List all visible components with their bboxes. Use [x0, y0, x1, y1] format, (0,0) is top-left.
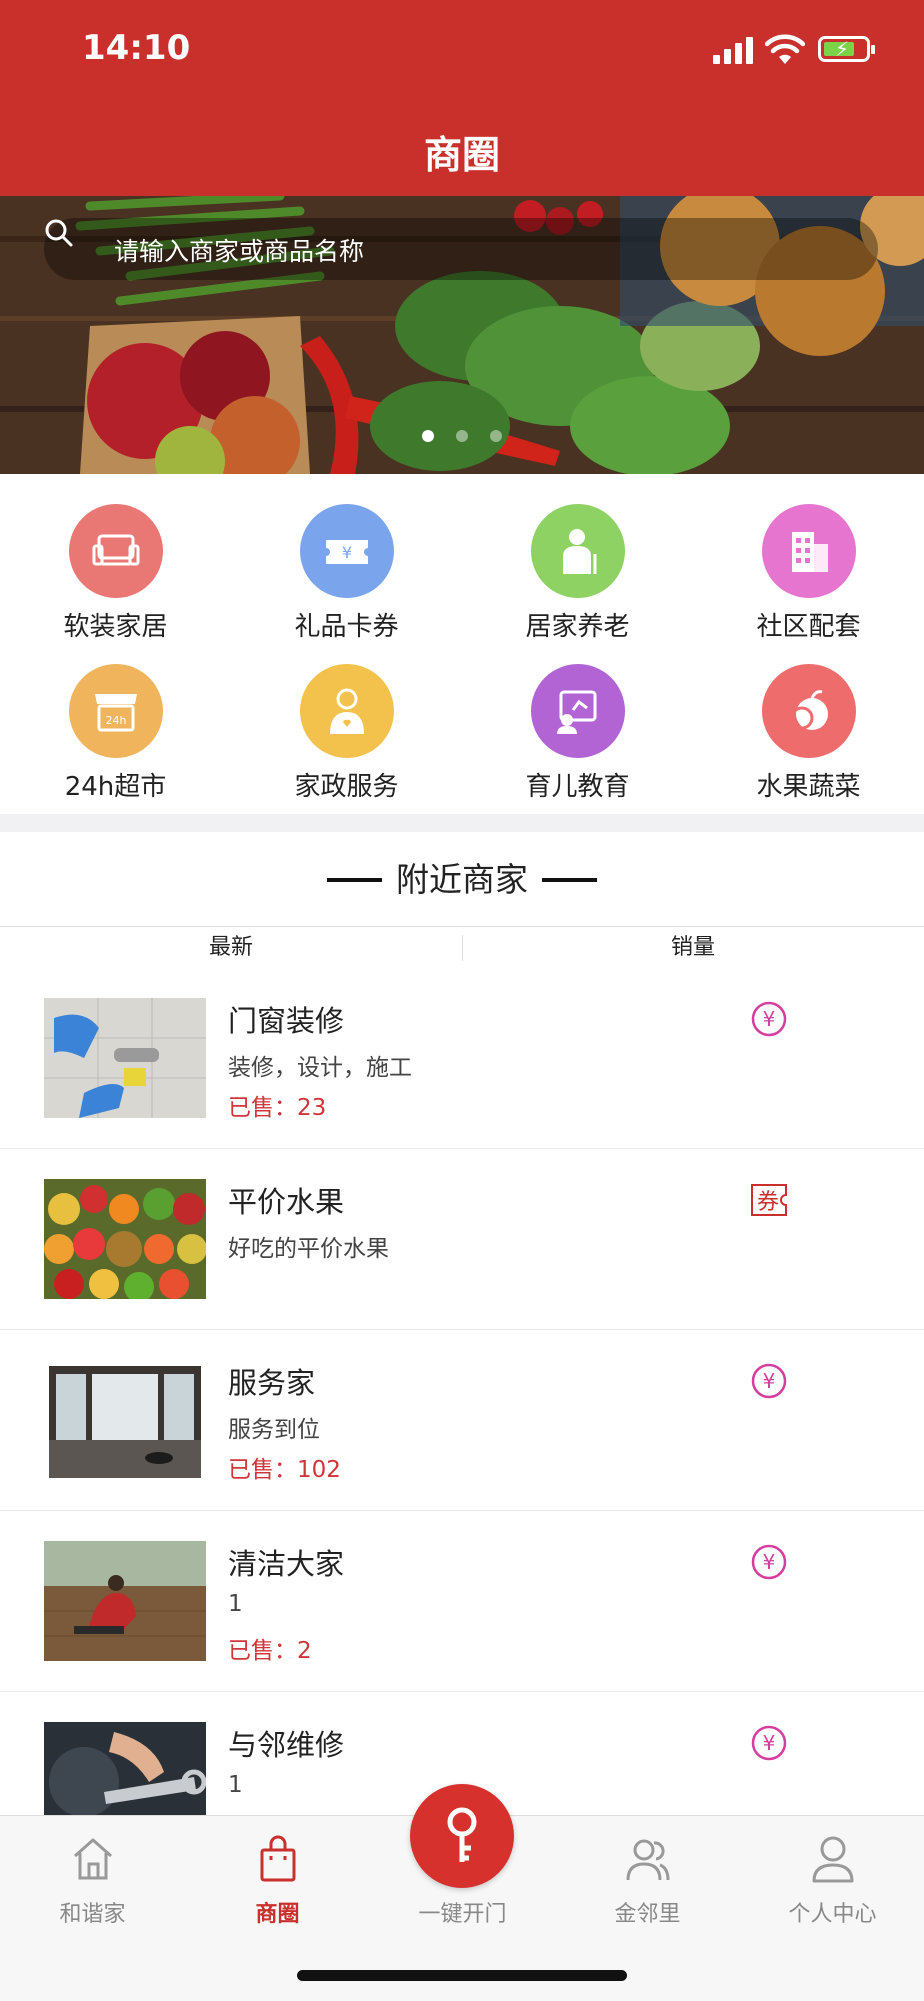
merchant-description: 装修，设计，施工 — [228, 1055, 412, 1081]
svg-text:¥: ¥ — [763, 1731, 776, 1755]
category-label: 家政服务 — [294, 772, 399, 802]
merchant-thumbnail — [44, 998, 206, 1118]
merchant-name: 清洁大家 — [228, 1547, 345, 1581]
battery-icon: ⚡ — [818, 36, 875, 62]
neighbors-icon — [626, 1839, 670, 1881]
category-label: 育儿教育 — [525, 772, 630, 802]
merchant-description: 1 — [228, 1772, 243, 1798]
merchant-name: 与邻维修 — [228, 1728, 345, 1762]
merchant-row[interactable]: 平价水果 好吃的平价水果 券 — [0, 1149, 924, 1331]
yen-badge-icon: ¥ — [751, 1544, 787, 1580]
category-item[interactable]: ¥ 礼品卡券 — [231, 486, 462, 642]
banner-carousel[interactable]: 请输入商家或商品名称 — [0, 196, 924, 474]
merchant-name: 服务家 — [228, 1366, 316, 1400]
yen-badge-icon: ¥ — [751, 1001, 787, 1037]
category-item[interactable]: 水果蔬菜 — [693, 646, 924, 802]
house-icon — [74, 1838, 112, 1880]
carousel-dot[interactable] — [422, 430, 434, 442]
sort-tab-latest[interactable]: 最新 — [0, 927, 462, 969]
tab-label: 金邻里 — [614, 1902, 681, 1927]
person-icon — [812, 1836, 854, 1883]
category-label: 24h超市 — [64, 772, 167, 802]
category-item[interactable]: 24h 24h超市 — [0, 646, 231, 802]
tab-label: 个人中心 — [788, 1902, 877, 1927]
shopping-bag-icon — [260, 1835, 296, 1882]
category-label: 礼品卡券 — [294, 612, 399, 642]
merchant-row[interactable]: 门窗装修 装修，设计，施工 已售：23 ¥ — [0, 968, 924, 1150]
elder-care-icon — [531, 504, 625, 598]
section-title: 附近商家 — [396, 860, 528, 899]
ticket-icon: ¥ — [300, 504, 394, 598]
merchant-sold-count: 已售：102 — [228, 1457, 341, 1483]
category-item[interactable]: 居家养老 — [462, 486, 693, 642]
tab-label: 商圈 — [255, 1902, 300, 1927]
category-item[interactable]: 软装家居 — [0, 486, 231, 642]
merchant-name: 平价水果 — [228, 1185, 345, 1219]
carousel-dot[interactable] — [456, 430, 468, 442]
status-time: 14:10 — [82, 28, 191, 68]
merchant-description: 好吃的平价水果 — [228, 1236, 389, 1262]
merchant-row[interactable]: 服务家 服务到位 已售：102 ¥ — [0, 1330, 924, 1512]
category-grid: 软装家居 ¥ 礼品卡券 居家养老 社区配套 24h 24h超市 家政服务 育儿教 — [0, 474, 924, 814]
wifi-icon — [765, 34, 805, 64]
merchant-name: 门窗装修 — [228, 1004, 345, 1038]
svg-text:¥: ¥ — [763, 1550, 776, 1574]
merchant-sold-count: 已售：23 — [228, 1095, 327, 1121]
carousel-dots — [0, 427, 924, 446]
svg-text:24h: 24h — [106, 714, 127, 727]
merchant-sold-count: 已售：2 — [228, 1638, 312, 1664]
status-bar: 14:10 ⚡ — [0, 0, 924, 100]
sort-tabs: 最新 销量 — [0, 926, 924, 970]
category-label: 社区配套 — [756, 612, 861, 642]
svg-text:¥: ¥ — [763, 1369, 776, 1393]
one-key-open-button[interactable] — [410, 1784, 514, 1888]
header: 商圈 — [0, 100, 924, 196]
section-divider — [0, 814, 924, 832]
merchant-thumbnail — [44, 1179, 206, 1299]
signal-icon — [713, 36, 755, 64]
tab-label: 一键开门 — [418, 1902, 507, 1927]
tab-label: 和谐家 — [59, 1902, 126, 1927]
housekeeper-icon — [300, 664, 394, 758]
category-label: 水果蔬菜 — [756, 772, 861, 802]
education-icon — [531, 664, 625, 758]
merchant-thumbnail — [44, 1360, 206, 1480]
title-line-right — [542, 877, 597, 882]
key-icon — [447, 1807, 477, 1862]
store-24h-icon: 24h — [69, 664, 163, 758]
sort-tab-sales[interactable]: 销量 — [462, 927, 924, 969]
category-label: 居家养老 — [525, 612, 630, 642]
carousel-dot[interactable] — [490, 430, 502, 442]
category-item[interactable]: 家政服务 — [231, 646, 462, 802]
yen-badge-icon: ¥ — [751, 1725, 787, 1761]
search-bar[interactable]: 请输入商家或商品名称 — [44, 218, 878, 280]
svg-text:¥: ¥ — [763, 1007, 776, 1031]
merchant-description: 服务到位 — [228, 1417, 320, 1443]
merchant-description: 1 — [228, 1591, 243, 1617]
search-input[interactable]: 请输入商家或商品名称 — [114, 232, 364, 268]
coupon-badge-icon: 券 — [751, 1184, 787, 1216]
category-label: 软装家居 — [63, 612, 168, 642]
merchant-thumbnail — [44, 1541, 206, 1661]
category-item[interactable]: 社区配套 — [693, 486, 924, 642]
svg-text:券: 券 — [757, 1190, 779, 1215]
home-indicator — [297, 1970, 627, 1981]
yen-badge-icon: ¥ — [751, 1363, 787, 1399]
svg-text:¥: ¥ — [342, 543, 352, 562]
fruit-icon — [762, 664, 856, 758]
nearby-section-header: 附近商家 — [0, 832, 924, 927]
sofa-icon — [69, 504, 163, 598]
title-line-left — [327, 877, 382, 882]
merchant-row[interactable]: 清洁大家 1 已售：2 ¥ — [0, 1511, 924, 1693]
page-title: 商圈 — [423, 133, 500, 177]
category-item[interactable]: 育儿教育 — [462, 646, 693, 802]
search-icon — [45, 219, 73, 247]
building-icon — [762, 504, 856, 598]
